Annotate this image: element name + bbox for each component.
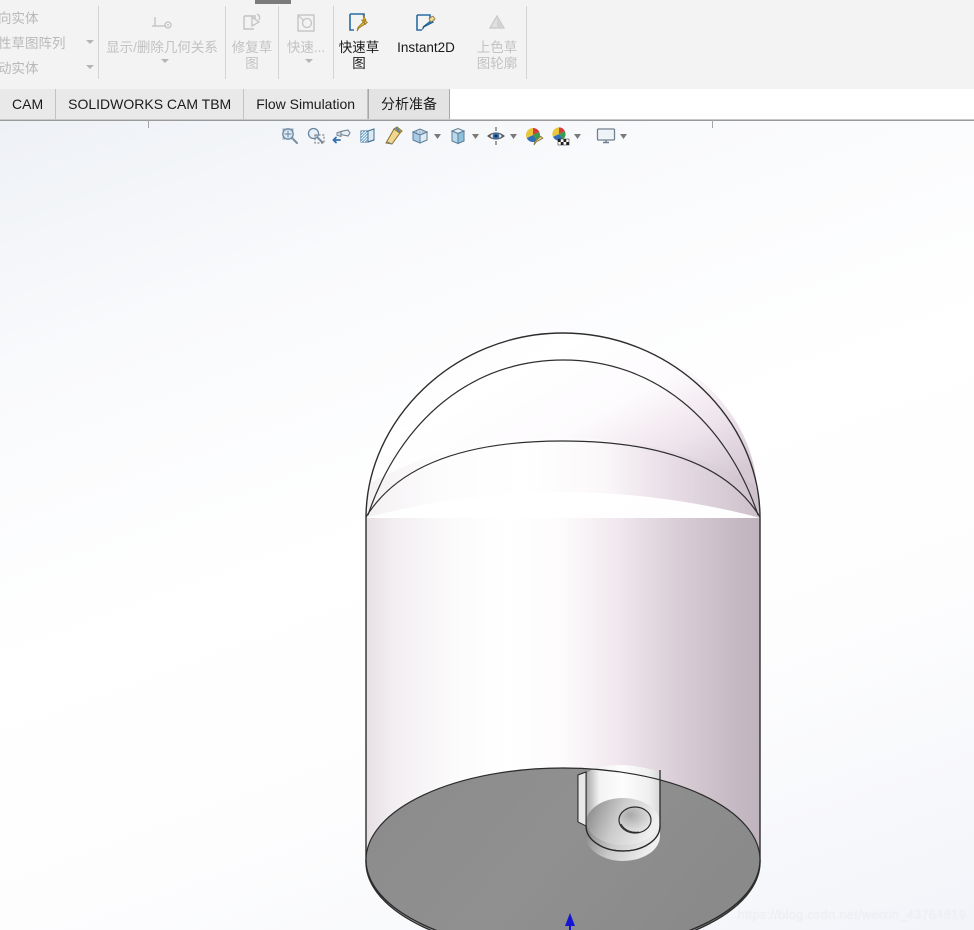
repair-sketch-label: 修复草图: [231, 40, 273, 71]
tab-flow-simulation-label: Flow Simulation: [256, 96, 356, 112]
ribbon-group-sketch-tools: 向实体 性草图阵列 动实体: [0, 0, 98, 89]
quick-snaps-label: 快速...: [286, 40, 326, 55]
lug-right-group: [577, 765, 661, 861]
instant2d-icon: [413, 8, 439, 38]
sketch-tool-label-2: 动实体: [0, 60, 39, 76]
solidworks-window: 向实体 性草图阵列 动实体 显示/删除几何关系 修复草图 快速... 快速草图 …: [0, 0, 974, 930]
ribbon-group-sketch-modes: 快速草图 Instant2D 上色草图轮廓: [334, 0, 526, 89]
lug-right-hole: [618, 806, 652, 834]
chevron-down-icon[interactable]: [305, 59, 313, 63]
sketch-tool-row-0[interactable]: 向实体: [0, 4, 98, 29]
sketch-tool-row-1[interactable]: 性草图阵列: [0, 29, 98, 54]
tab-analysis-preparation[interactable]: 分析准备: [368, 89, 451, 119]
repair-sketch-button[interactable]: 修复草图: [226, 0, 278, 89]
display-delete-relations-label: 显示/删除几何关系: [106, 40, 218, 55]
ribbon-tab-stub: [255, 0, 291, 4]
quick-snap-icon: [293, 8, 319, 38]
sketch-tools-stack: 向实体 性草图阵列 动实体: [0, 0, 98, 89]
tab-solidworks-cam-tbm[interactable]: SOLIDWORKS CAM TBM: [56, 89, 245, 119]
ribbon-group-repair: 修复草图: [226, 0, 278, 89]
chevron-down-icon[interactable]: [86, 39, 94, 44]
relations-icon: [149, 8, 175, 38]
sketch-tool-label-0: 向实体: [0, 10, 39, 26]
rapid-sketch-button[interactable]: 快速草图: [334, 0, 384, 89]
chevron-down-icon[interactable]: [161, 59, 169, 63]
repair-sketch-icon: [239, 8, 265, 38]
ribbon-divider: [526, 6, 527, 79]
ribbon-group-quicksnap: 快速...: [279, 0, 333, 89]
watermark-text: https://blog.csdn.net/weixin_43764819: [737, 907, 966, 922]
part-model-view[interactable]: [0, 120, 974, 930]
sketch-tool-label-1: 性草图阵列: [0, 35, 66, 51]
shaded-sketch-contours-label: 上色草图轮廓: [476, 40, 518, 71]
command-manager-tabs: CAM SOLIDWORKS CAM TBM Flow Simulation 分…: [0, 89, 974, 120]
shaded-sketch-contours-button[interactable]: 上色草图轮廓: [468, 0, 526, 89]
tabbar-filler: [450, 89, 974, 119]
instant2d-button[interactable]: Instant2D: [384, 0, 468, 89]
tab-analysis-preparation-label: 分析准备: [381, 96, 438, 112]
sketch-tool-row-2[interactable]: 动实体: [0, 54, 98, 79]
ribbon-group-relations: 显示/删除几何关系: [99, 0, 225, 89]
rapid-sketch-label: 快速草图: [338, 40, 380, 71]
graphics-viewport[interactable]: https://blog.csdn.net/weixin_43764819: [0, 120, 974, 930]
instant2d-label: Instant2D: [397, 40, 455, 55]
rapid-sketch-icon: [346, 8, 372, 38]
shaded-contour-icon: [484, 8, 510, 38]
tab-cam-label: CAM: [12, 96, 44, 112]
display-delete-relations-button[interactable]: 显示/删除几何关系: [99, 0, 225, 89]
ribbon-toolbar: 向实体 性草图阵列 动实体 显示/删除几何关系 修复草图 快速... 快速草图 …: [0, 0, 974, 89]
tab-solidworks-cam-tbm-label: SOLIDWORKS CAM TBM: [68, 96, 232, 112]
tab-cam[interactable]: CAM: [0, 89, 57, 119]
chevron-down-icon[interactable]: [86, 64, 94, 69]
quick-snaps-button[interactable]: 快速...: [279, 0, 333, 89]
tab-flow-simulation[interactable]: Flow Simulation: [244, 89, 369, 119]
